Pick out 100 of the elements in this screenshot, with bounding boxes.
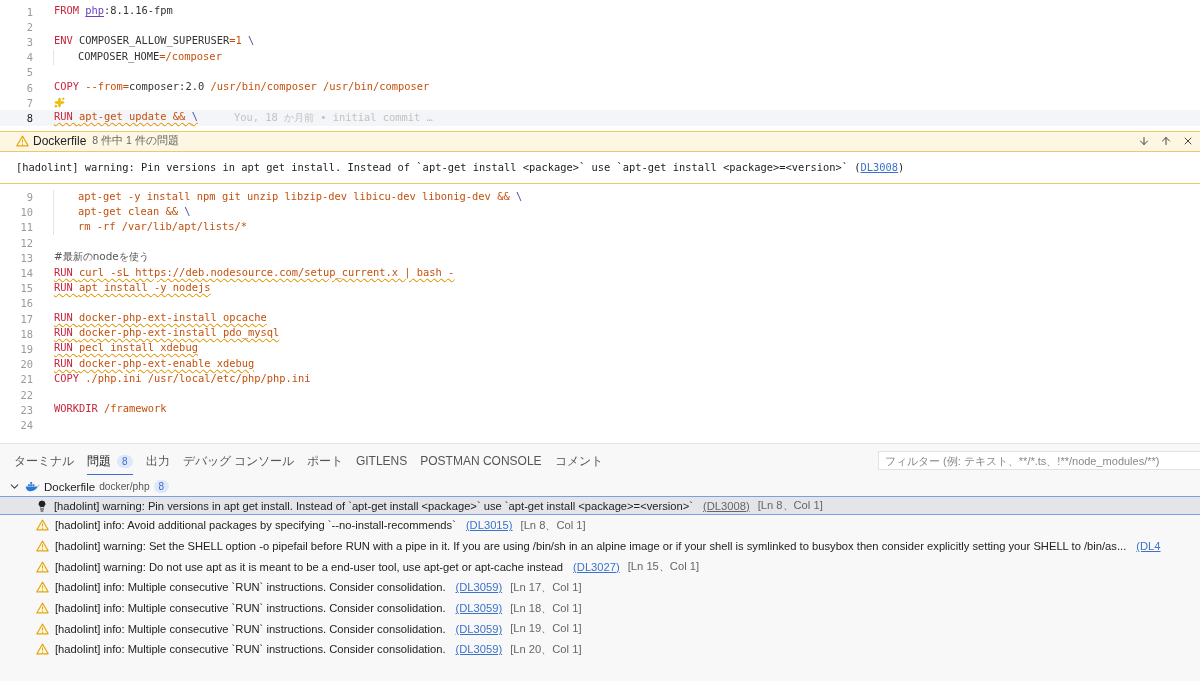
line-number: 10 xyxy=(19,206,34,219)
rule-link[interactable]: (DL3027) xyxy=(573,560,620,573)
rule-link[interactable]: (DL3015) xyxy=(465,519,513,532)
rule-link[interactable]: (DL3059) xyxy=(455,602,503,615)
code-line: COMPOSER_HOME=/composer xyxy=(53,49,222,65)
count-badge: 8 xyxy=(117,454,133,468)
line-number: 7 xyxy=(25,96,34,109)
problem-row[interactable]: [hadolint] info: Avoid additional packages by specifying `--no-install-recommends` (DL3015) [Ln 8、Col 1] xyxy=(0,515,1200,536)
line-number: 14 xyxy=(19,267,34,280)
panel-tab[interactable]: ターミナル xyxy=(14,446,74,475)
line-number: 15 xyxy=(19,282,34,295)
warning-icon xyxy=(36,643,49,656)
code-line: apt-get clean && \ xyxy=(53,204,191,220)
problem-location: [Ln 18、Col 1] xyxy=(510,600,582,616)
problem-message: [hadolint] warning: Do not use apt as it is meant to be a end-user tool, use apt-get or apt-cache instead xyxy=(55,560,564,573)
panel-tab[interactable]: 出力 xyxy=(145,446,170,475)
code-line: RUN apt-get update && \ xyxy=(53,110,198,125)
problem-message: [hadolint] info: Multiple consecutive `RUN` instructions. Consider consolidation. xyxy=(55,643,446,656)
panel-tab[interactable]: POSTMAN CONSOLE xyxy=(420,448,542,473)
problem-message: [hadolint] warning: Set the SHELL option -o pipefail before RUN with a pipe in it. If you are using /bin/sh in an alpine image or if your shell is symlinked to busybox then consider explicitly setting your SHELL to /bin/as... xyxy=(55,540,1127,553)
problem-message: [hadolint] warning: Pin versions in apt get install. Instead of `apt-get install <package>` use `apt-get install <package>=<version>` xyxy=(54,499,693,512)
line-number: 5 xyxy=(25,66,34,79)
line-number: 24 xyxy=(19,418,34,431)
panel-tab[interactable]: デバッグ コンソール xyxy=(182,446,294,475)
rule-link[interactable]: DL3008 xyxy=(860,161,899,173)
previous-problem-button[interactable] xyxy=(1160,135,1172,147)
problem-location: [Ln 15、Col 1] xyxy=(627,559,700,575)
file-group-row[interactable]: Dockerfile docker/php 8 xyxy=(0,477,1200,496)
peek-message: [hadolint] warning: Pin versions in apt get install. Instead of `apt-get install <package>` use `apt-get install <package>=<version>` (DL3008) xyxy=(16,161,905,173)
line-number: 4 xyxy=(25,51,34,64)
warning-icon xyxy=(36,540,49,553)
close-button[interactable] xyxy=(1182,135,1194,147)
line-number: 23 xyxy=(19,403,34,416)
code-line: RUN docker-php-ext-install opcache xyxy=(53,311,267,326)
line-number: 16 xyxy=(19,297,34,310)
code-line: #最新のnodeを使う xyxy=(53,250,149,265)
lightbulb-icon[interactable] xyxy=(36,499,48,512)
problem-row[interactable]: [hadolint] info: Multiple consecutive `RUN` instructions. Consider consolidation. (DL3059) [Ln 18、Col 1] xyxy=(0,597,1200,619)
problem-row[interactable]: [hadolint] info: Multiple consecutive `RUN` instructions. Consider consolidation. (DL3059) [Ln 17、Col 1] xyxy=(0,577,1200,598)
line-number: 2 xyxy=(25,20,34,33)
line-number: 3 xyxy=(25,35,34,48)
rule-link[interactable]: (DL4 xyxy=(1136,540,1161,553)
code-line: RUN pecl install xdebug xyxy=(53,341,198,356)
whale-icon xyxy=(25,481,40,492)
line-number: 18 xyxy=(19,327,34,340)
code-line: RUN docker-php-ext-enable xdebug xyxy=(53,356,255,371)
line-number: 20 xyxy=(19,358,34,371)
problem-row[interactable]: [hadolint] info: Multiple consecutive `RUN` instructions. Consider consolidation. (DL3059) [Ln 20、Col 1] xyxy=(0,639,1200,660)
panel-tab[interactable]: 問題 8 xyxy=(87,446,133,475)
line-number: 17 xyxy=(19,312,34,325)
file-name: Dockerfile xyxy=(44,480,96,493)
panel-tab[interactable]: GITLENS xyxy=(355,448,408,473)
next-problem-button[interactable] xyxy=(1138,135,1150,147)
problem-location: [Ln 17、Col 1] xyxy=(510,579,582,595)
problem-message: [hadolint] info: Multiple consecutive `RUN` instructions. Consider consolidation. xyxy=(55,602,446,615)
problem-message: [hadolint] info: Multiple consecutive `RUN` instructions. Consider consolidation. xyxy=(55,581,446,594)
count-badge: 8 xyxy=(153,480,170,493)
warning-icon xyxy=(36,519,49,532)
warning-icon xyxy=(16,135,29,147)
problem-row[interactable]: [hadolint] info: Multiple consecutive `RUN` instructions. Consider consolidation. (DL3059) [Ln 19、Col 1] xyxy=(0,618,1200,640)
peek-summary: 8 件中 1 件の問題 xyxy=(92,134,179,148)
code-line: apt-get -y install npm git unzip libzip-dev libicu-dev libonig-dev && \ xyxy=(53,189,523,205)
panel-tab[interactable]: コメント xyxy=(554,446,603,475)
rule-link[interactable]: (DL3059) xyxy=(455,581,503,594)
line-number: 6 xyxy=(25,81,34,94)
problem-location: [Ln 8、Col 1] xyxy=(520,517,586,533)
code-line: RUN apt install -y nodejs xyxy=(53,280,211,295)
warning-icon xyxy=(36,622,49,635)
line-number: 9 xyxy=(25,191,34,204)
panel-tab[interactable]: ポート xyxy=(306,446,343,475)
problem-row[interactable]: [hadolint] warning: Pin versions in apt get install. Instead of `apt-get install <package>` use `apt-get install <package>=<version>` (DL3008) [Ln 8、Col 1] xyxy=(0,496,1200,515)
warning-icon xyxy=(36,581,49,594)
line-number: 21 xyxy=(19,373,34,386)
rule-link[interactable]: (DL3059) xyxy=(455,643,503,656)
code-line: COPY ./php.ini /usr/local/etc/php/php.ini xyxy=(53,371,311,386)
warning-icon xyxy=(36,602,49,615)
line-number: 1 xyxy=(25,5,34,18)
problem-location: [Ln 8、Col 1] xyxy=(757,498,823,513)
code-line: WORKDIR /framework xyxy=(53,402,167,417)
warning-icon xyxy=(36,560,49,573)
problem-message: [hadolint] info: Avoid additional packages by specifying `--no-install-recommends` xyxy=(55,519,456,532)
problem-row[interactable]: [hadolint] warning: Do not use apt as it is meant to be a end-user tool, use apt-get or apt-cache instead (DL3027) [Ln 15、Col 1] xyxy=(0,556,1200,578)
line-number: 19 xyxy=(19,342,34,355)
peek-title: Dockerfile xyxy=(33,134,87,148)
code-line: FROM php:8.1.16-fpm xyxy=(53,4,173,19)
code-line: rm -rf /var/lib/apt/lists/* xyxy=(53,219,247,235)
code-line: RUN docker-php-ext-install pdo_mysql xyxy=(53,326,280,341)
file-path: docker/php xyxy=(99,481,150,492)
rule-link[interactable]: (DL3008) xyxy=(703,499,750,512)
problem-location: [Ln 19、Col 1] xyxy=(510,621,582,637)
problem-message: [hadolint] info: Multiple consecutive `RUN` instructions. Consider consolidation. xyxy=(55,622,446,635)
filter-field[interactable]: フィルター (例: テキスト、**/*.ts、!**/node_modules/**) xyxy=(878,451,1200,470)
rule-link[interactable]: (DL3059) xyxy=(455,622,503,635)
line-number: 12 xyxy=(19,236,34,249)
line-number: 13 xyxy=(19,251,34,264)
problem-location: [Ln 20、Col 1] xyxy=(510,641,582,657)
line-number: 22 xyxy=(19,388,34,401)
code-line: RUN curl -sL https://deb.nodesource.com/setup_current.x | bash - xyxy=(53,265,455,281)
line-number: 11 xyxy=(19,221,34,234)
code-line: ENV COMPOSER_ALLOW_SUPERUSER=1 \ xyxy=(53,34,255,49)
